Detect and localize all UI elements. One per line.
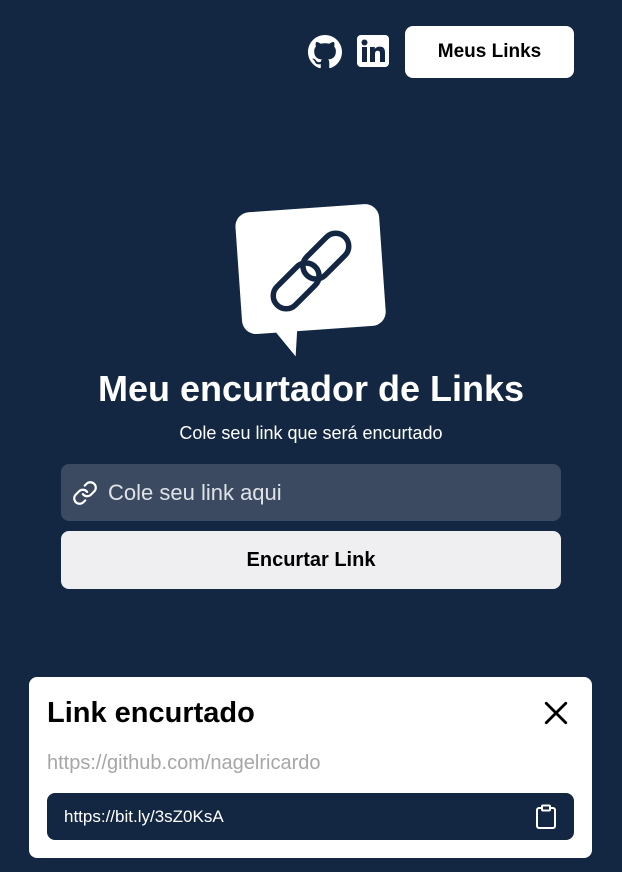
short-link-modal: Link encurtado https://github.com/nagelr…: [29, 677, 592, 858]
linkedin-icon[interactable]: [356, 34, 390, 68]
chain-link-speech-bubble-icon: [232, 200, 392, 365]
clipboard-icon[interactable]: [534, 804, 558, 830]
encurtar-link-button[interactable]: Encurtar Link: [61, 531, 561, 589]
page-title: Meu encurtador de Links: [97, 368, 525, 409]
close-icon[interactable]: [541, 698, 571, 728]
short-url: https://bit.ly/3sZ0KsA: [64, 806, 224, 826]
short-url-box[interactable]: https://bit.ly/3sZ0KsA: [47, 793, 574, 840]
original-url: https://github.com/nagelricardo: [47, 752, 321, 774]
modal-title: Link encurtado: [47, 697, 255, 729]
github-icon[interactable]: [307, 34, 343, 70]
url-input[interactable]: [98, 464, 561, 521]
page-subtitle: Cole seu link que será encurtado: [179, 423, 443, 443]
url-input-container[interactable]: [61, 464, 561, 521]
link-icon: [72, 480, 98, 506]
meus-links-button[interactable]: Meus Links: [405, 26, 574, 78]
